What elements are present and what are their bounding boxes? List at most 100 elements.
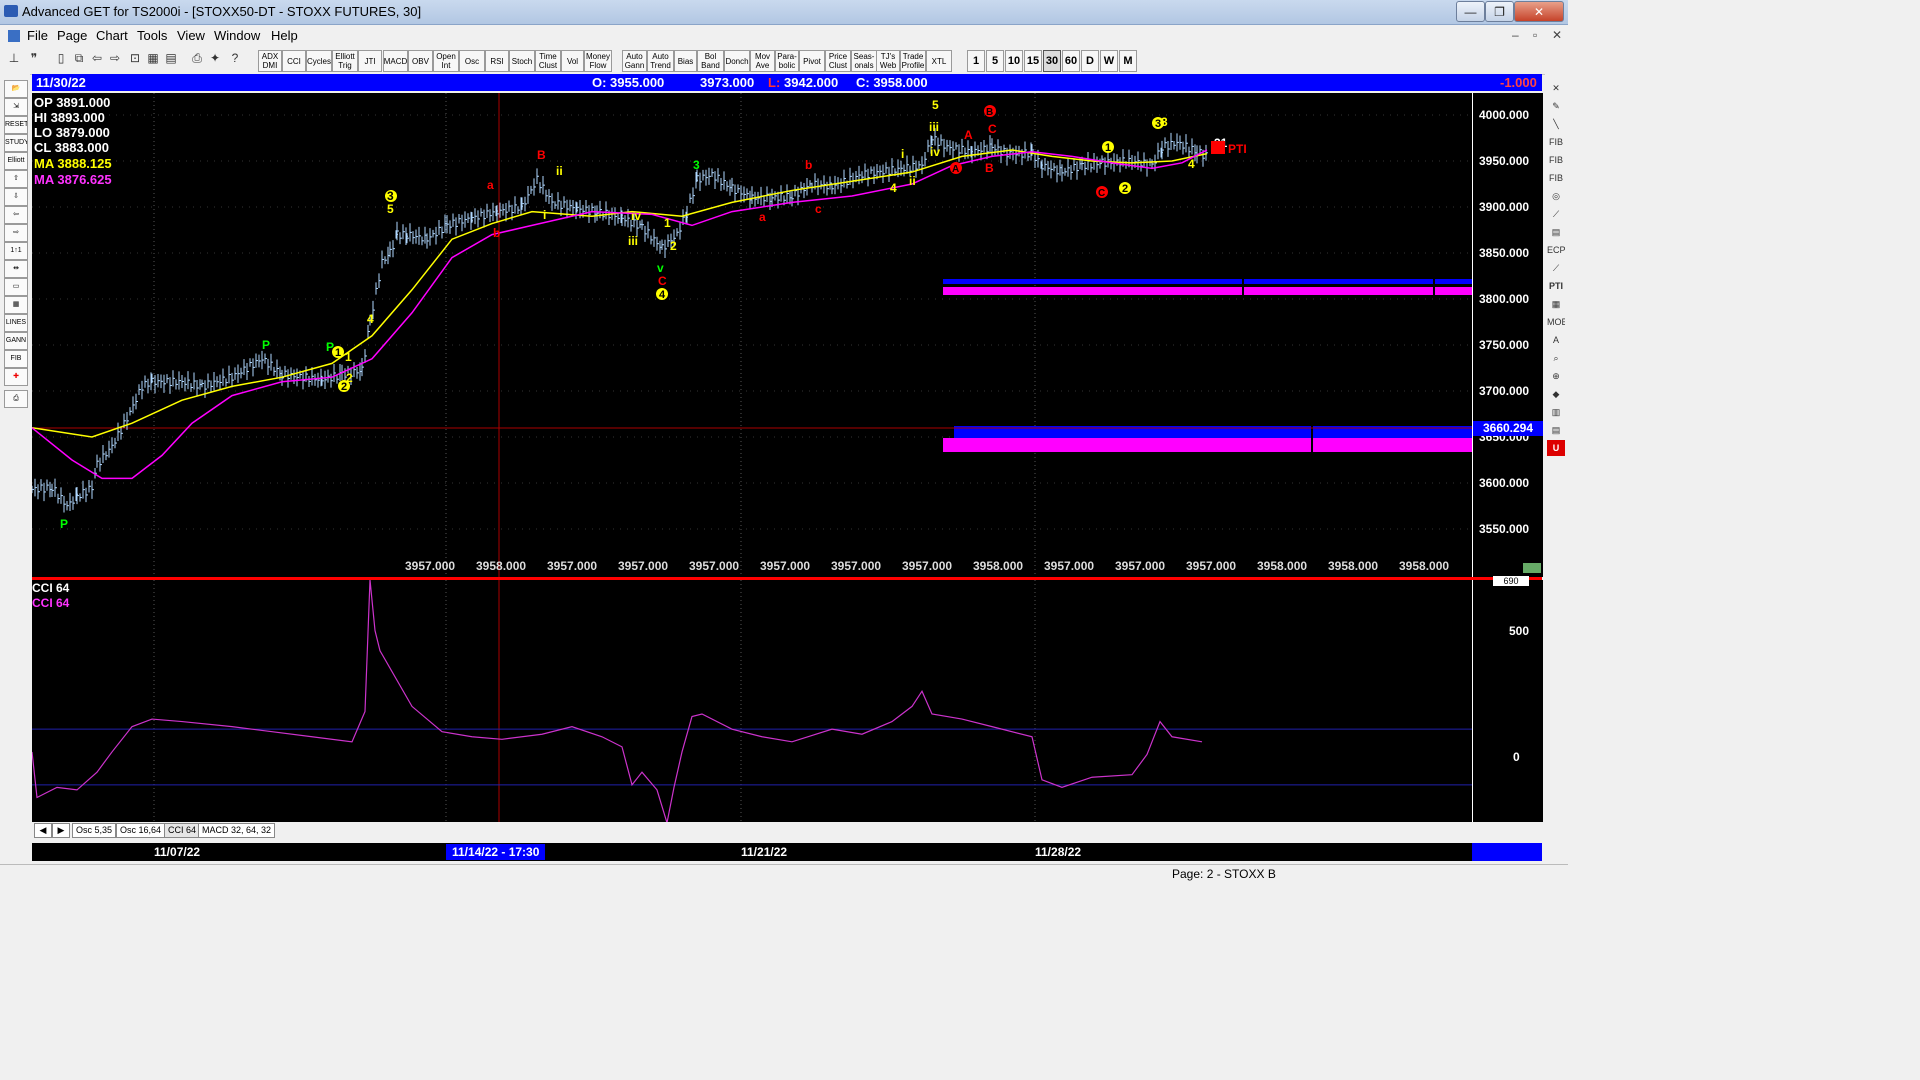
study-button[interactable]: OBV [408, 50, 433, 72]
gann-fan-icon[interactable]: ⟋ [1547, 260, 1565, 276]
fib-tool-icon[interactable]: FIB [4, 350, 28, 368]
interval-60[interactable]: 60 [1062, 50, 1080, 72]
interval-30[interactable]: 30 [1043, 50, 1061, 72]
study-button[interactable]: Time Clust [535, 50, 561, 72]
print-tool-icon[interactable]: ⎙ [4, 390, 28, 408]
fib-ext-icon[interactable]: FIB [1547, 152, 1565, 168]
study-button[interactable]: Auto Trend [647, 50, 674, 72]
tab-scroll-left[interactable]: ◀ [34, 823, 52, 838]
interval-monthly[interactable]: M [1119, 50, 1137, 72]
mdi-minimize-button[interactable]: – [1512, 28, 1519, 42]
interval-weekly[interactable]: W [1100, 50, 1118, 72]
cursor-tool-icon[interactable]: ⇲ [4, 98, 28, 116]
study-button[interactable]: Vol [561, 50, 584, 72]
study-button[interactable]: MACD [383, 50, 408, 72]
left-arrow-icon[interactable]: ⇦ [4, 206, 28, 224]
study-button[interactable]: Donch [724, 50, 750, 72]
copy-icon[interactable]: ⧉ [71, 51, 87, 69]
study-button[interactable]: Bol Band [697, 50, 724, 72]
study-button[interactable]: Para-bolic [775, 50, 799, 72]
price-chart[interactable]: P P P 1 2 3 4 5 a b Bii i iv iii v C 1 2 3 a b c 4 ii i iii iv 5 A C B… [32, 93, 1472, 577]
cci-canvas[interactable] [32, 580, 1472, 822]
study-tool-icon[interactable]: STUDY [4, 134, 28, 152]
study-button[interactable]: Elliott Trig [332, 50, 358, 72]
minimize-button[interactable]: — [1456, 1, 1485, 22]
study-button[interactable]: Open Int [433, 50, 459, 72]
pin-icon[interactable]: ⊥ [6, 51, 22, 69]
interval-10[interactable]: 10 [1005, 50, 1023, 72]
grid-icon[interactable]: ▦ [145, 51, 161, 69]
interval-1[interactable]: 1 [967, 50, 985, 72]
channel-tool-icon[interactable]: ▤ [1547, 224, 1565, 240]
lines-tool-icon[interactable]: LINES [4, 314, 28, 332]
study-button[interactable]: Mov Ave [750, 50, 775, 72]
study-button[interactable]: Cycles [306, 50, 332, 72]
fan-tool-icon[interactable]: ⟋ [1547, 206, 1565, 222]
mdi-close-button[interactable]: ✕ [1552, 28, 1562, 42]
fib-time-icon[interactable]: FIB [1547, 170, 1565, 186]
ecps-tool-icon[interactable]: ECPS [1547, 242, 1565, 258]
elliott-tool-icon[interactable]: Elliott [4, 152, 28, 170]
study-button[interactable]: Osc [459, 50, 485, 72]
menu-view[interactable]: View [177, 28, 205, 43]
quote-icon[interactable]: ❞ [26, 51, 42, 69]
zoom-icon[interactable]: ⊡ [127, 51, 143, 69]
menu-chart[interactable]: Chart [96, 28, 128, 43]
menu-page[interactable]: Page [57, 28, 87, 43]
open-tool-icon[interactable]: 📂 [4, 80, 28, 98]
study-button[interactable]: TJ's Web [876, 50, 900, 72]
back-icon[interactable]: ⇦ [89, 51, 105, 69]
study-button[interactable]: Pivot [799, 50, 825, 72]
fib-ret-icon[interactable]: FIB [1547, 134, 1565, 150]
down-arrow-icon[interactable]: ⇩ [4, 188, 28, 206]
study-button[interactable]: JTI [358, 50, 382, 72]
study-button[interactable]: Price Clust [825, 50, 851, 72]
expand-icon[interactable]: ▭ [4, 278, 28, 296]
wave-count-icon[interactable]: 1↑1 [4, 242, 28, 260]
cci-pane[interactable]: CCI 64 CCI 64 [32, 580, 1472, 822]
menu-file[interactable]: File [27, 28, 48, 43]
ellipse-tool-icon[interactable]: ◎ [1547, 188, 1565, 204]
text-tool-icon[interactable]: A [1547, 332, 1565, 348]
study-button[interactable]: RSI [485, 50, 509, 72]
zoom-in-icon[interactable]: ⊕ [1547, 368, 1565, 384]
interval-5[interactable]: 5 [986, 50, 1004, 72]
study-button[interactable]: Money Flow [584, 50, 612, 72]
grid-toggle-icon[interactable]: ▦ [1547, 296, 1565, 312]
study-button[interactable]: Seas-onals [851, 50, 877, 72]
mob-tool-icon[interactable]: MOB [1547, 314, 1565, 330]
pti-tool-icon[interactable]: PTI [1547, 278, 1565, 294]
data-icon[interactable]: ▥ [1547, 404, 1565, 420]
study-button[interactable]: Trade Profile [900, 50, 926, 72]
compress-icon[interactable]: ⇹ [4, 260, 28, 278]
help-icon[interactable]: ? [227, 51, 243, 69]
line-tool-icon[interactable]: ╲ [1547, 116, 1565, 132]
menu-help[interactable]: Help [271, 28, 298, 43]
up-arrow-icon[interactable]: ⇧ [4, 170, 28, 188]
tab-cci-64[interactable]: CCI 64 [164, 823, 201, 838]
crosshair-icon[interactable]: ✚ [4, 368, 28, 386]
delete-tool-icon[interactable]: ✕ [1547, 80, 1565, 96]
paint-icon[interactable]: ◆ [1547, 386, 1565, 402]
interval-daily[interactable]: D [1081, 50, 1099, 72]
gann-tool-icon[interactable]: GANN [4, 332, 28, 350]
bulb-icon[interactable]: ✦ [207, 51, 223, 69]
forward-icon[interactable]: ⇨ [107, 51, 123, 69]
tab-osc-16-64[interactable]: Osc 16,64 [116, 823, 166, 838]
mdi-restore-button[interactable]: ▫ [1533, 28, 1537, 42]
stats-icon[interactable]: ▤ [1547, 422, 1565, 438]
study-button[interactable]: Auto Gann [622, 50, 647, 72]
maximize-button[interactable]: ❐ [1485, 1, 1514, 22]
study-button[interactable]: Bias [674, 50, 697, 72]
close-button[interactable]: ✕ [1514, 1, 1564, 22]
price-chart-canvas[interactable]: PPP12345abBiii iviiivC123abc4 iiiiiiiv5A CB… [32, 93, 1472, 577]
grid-tool-icon[interactable]: ▦ [4, 296, 28, 314]
tab-scroll-right[interactable]: ▶ [52, 823, 70, 838]
interval-15[interactable]: 15 [1024, 50, 1042, 72]
magnify-icon[interactable]: ⌕ [1547, 350, 1565, 366]
study-button[interactable]: Stoch [509, 50, 535, 72]
layout-icon[interactable]: ▤ [163, 51, 179, 69]
study-button[interactable]: ADX DMI [258, 50, 282, 72]
print-icon[interactable]: ⎙ [189, 51, 205, 69]
tab-osc-5-35[interactable]: Osc 5,35 [72, 823, 117, 838]
